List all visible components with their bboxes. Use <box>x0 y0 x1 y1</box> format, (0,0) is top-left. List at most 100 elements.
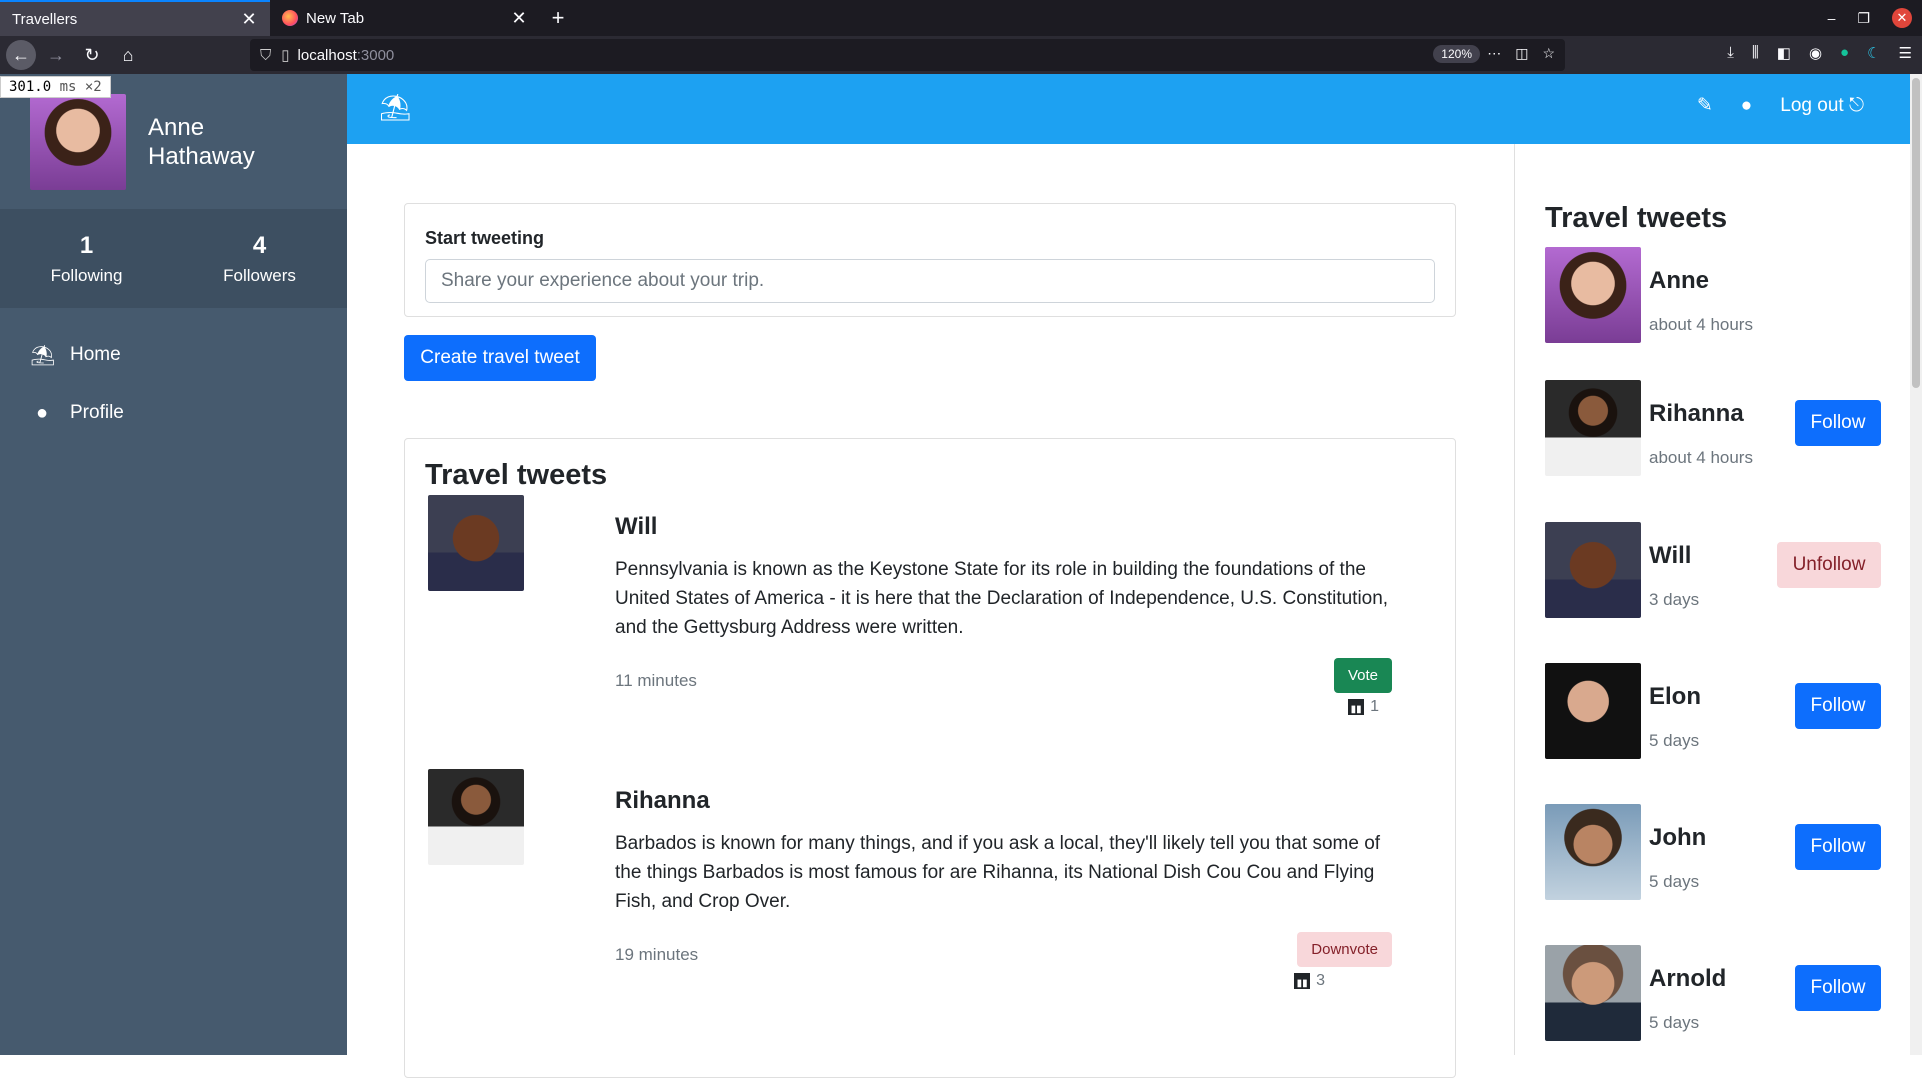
user-card: Will 3 days Unfollow <box>1545 522 1895 618</box>
user-time: 3 days <box>1649 590 1700 609</box>
logout-link[interactable]: Log out ⎋ <box>1780 95 1864 117</box>
vote-count: ▮▮ 1 <box>1348 698 1379 716</box>
restore-icon[interactable]: ❐ <box>1857 10 1870 27</box>
unfollow-button[interactable]: Unfollow <box>1777 542 1881 588</box>
logout-label: Log out <box>1780 94 1844 116</box>
user-icon[interactable]: ● <box>1741 95 1752 117</box>
menu-icon[interactable]: ☰ <box>1899 44 1912 62</box>
back-arrow-icon[interactable]: ← <box>6 40 36 70</box>
browser-nav-bar: ← → ↻ ⌂ ⛉ ▯ localhost:3000 120% ⋯ ◫ ☆ ⤓ … <box>0 36 1922 74</box>
sidebar-item-label: Home <box>70 344 121 365</box>
user-name: Will <box>1649 542 1692 569</box>
forward-arrow-icon[interactable]: → <box>40 39 72 71</box>
user-name: Elon <box>1649 683 1701 710</box>
bar-chart-icon: ▮▮ <box>1348 699 1365 715</box>
tweet-time: 11 minutes <box>615 671 697 690</box>
follow-button[interactable]: Follow <box>1795 683 1881 729</box>
sidebar-nav: ⛱ Home ● Profile <box>0 308 347 442</box>
follow-button[interactable]: Follow <box>1795 965 1881 1011</box>
close-tab-icon[interactable]: ✕ <box>510 8 528 29</box>
umbrella-beach-icon: ⛱ <box>30 344 56 367</box>
avatar[interactable] <box>1545 804 1641 900</box>
avatar[interactable] <box>1545 522 1641 618</box>
new-tab-icon[interactable]: + <box>540 0 576 36</box>
avatar[interactable] <box>1545 247 1641 343</box>
following-stat[interactable]: 1 Following <box>0 232 173 286</box>
download-icon[interactable]: ⤓ <box>1727 44 1734 62</box>
url-host: localhost <box>297 46 357 64</box>
timing-unit: ms ×2 <box>59 79 102 95</box>
main-content: Start tweeting Create travel tweet Trave… <box>347 144 1514 1078</box>
vote-count: ▮▮ 3 <box>1294 972 1325 990</box>
tab-title: Travellers <box>12 10 78 28</box>
umbrella-beach-icon[interactable]: ⛱ <box>379 92 412 123</box>
avatar[interactable] <box>1545 945 1641 1041</box>
vote-count-value: 1 <box>1370 698 1379 715</box>
avatar[interactable] <box>30 93 126 190</box>
right-sidebar-title: Travel tweets <box>1545 202 1728 234</box>
url-actions: ⋯ ◫ ☆ <box>1487 45 1555 62</box>
user-time: about 4 hours <box>1649 448 1753 467</box>
user-circle-icon: ● <box>35 401 49 424</box>
tab-title: New Tab <box>306 9 365 27</box>
vote-button[interactable]: Vote <box>1333 658 1392 693</box>
scrollbar-thumb[interactable] <box>1912 78 1920 388</box>
extension-icon[interactable]: ☾ <box>1867 44 1880 62</box>
tweet-body: Barbados is known for many things, and i… <box>615 833 1381 912</box>
user-name: Arnold <box>1649 965 1727 992</box>
profile-name: Anne Hathaway <box>148 113 255 170</box>
user-card: Rihanna about 4 hours Follow <box>1545 380 1895 476</box>
url-bar[interactable]: ⛉ ▯ localhost:3000 120% ⋯ ◫ ☆ <box>250 39 1565 71</box>
close-tab-icon[interactable]: ✕ <box>240 9 258 30</box>
user-name: Anne <box>1649 267 1709 294</box>
tab-new-tab[interactable]: New Tab ✕ <box>270 0 540 36</box>
followers-stat[interactable]: 4 Followers <box>173 232 346 286</box>
grammarly-icon[interactable]: ● <box>1840 44 1849 62</box>
travel-tweets-feed: Travel tweets Will Pennsylvania is known… <box>404 438 1456 1078</box>
avatar[interactable] <box>428 495 524 591</box>
tweet-input[interactable] <box>425 259 1435 303</box>
sidebar-item-profile[interactable]: ● Profile <box>0 384 347 442</box>
right-sidebar: Travel tweets Anne about 4 hours Rihanna… <box>1514 144 1910 1055</box>
library-icon[interactable]: ⫼ <box>1752 44 1759 62</box>
follow-button[interactable]: Follow <box>1795 824 1881 870</box>
home-icon[interactable]: ⌂ <box>112 39 144 71</box>
pocket-icon[interactable]: ◫ <box>1515 45 1528 62</box>
window-close-icon[interactable]: ✕ <box>1892 8 1912 28</box>
user-card: Elon 5 days Follow <box>1545 663 1895 759</box>
page-scrollbar[interactable] <box>1910 74 1922 1055</box>
topbar-actions: ✎ ● Log out ⎋ <box>1697 94 1864 117</box>
shield-icon[interactable]: ⛉ <box>260 47 271 64</box>
minimize-icon[interactable]: – <box>1828 10 1836 26</box>
sidebar-item-label: Profile <box>70 402 124 423</box>
user-time: 5 days <box>1649 1013 1700 1032</box>
following-label: Following <box>50 265 123 285</box>
following-count: 1 <box>79 231 94 259</box>
user-edit-icon[interactable]: ✎ <box>1697 94 1713 117</box>
account-icon[interactable]: ◉ <box>1809 44 1822 62</box>
follow-stats: 1 Following 4 Followers <box>0 209 347 308</box>
zoom-level[interactable]: 120% <box>1433 45 1480 63</box>
followers-label: Followers <box>223 265 296 285</box>
bookmark-star-icon[interactable]: ☆ <box>1542 45 1555 62</box>
user-card: John 5 days Follow <box>1545 804 1895 900</box>
more-icon[interactable]: ⋯ <box>1487 45 1501 62</box>
sidebar-item-home[interactable]: ⛱ Home <box>0 326 347 384</box>
user-name: John <box>1649 824 1707 851</box>
downvote-button[interactable]: Downvote <box>1297 932 1392 967</box>
reload-icon[interactable]: ↻ <box>76 39 108 71</box>
timing-overlay: 301.0 ms ×2 <box>0 76 111 98</box>
avatar[interactable] <box>428 769 524 865</box>
timing-value: 301.0 <box>9 79 52 95</box>
tweet-author: Will <box>615 513 658 540</box>
user-time: 5 days <box>1649 872 1700 891</box>
tab-travellers[interactable]: Travellers ✕ <box>0 0 270 36</box>
follow-button[interactable]: Follow <box>1795 400 1881 446</box>
url-port: :3000 <box>356 46 395 64</box>
create-tweet-button[interactable]: Create travel tweet <box>404 335 596 381</box>
followers-count: 4 <box>252 231 267 259</box>
avatar[interactable] <box>1545 663 1641 759</box>
avatar[interactable] <box>1545 380 1641 476</box>
user-card: Anne about 4 hours <box>1545 247 1895 343</box>
sidebar-toggle-icon[interactable]: ◧ <box>1777 44 1791 62</box>
